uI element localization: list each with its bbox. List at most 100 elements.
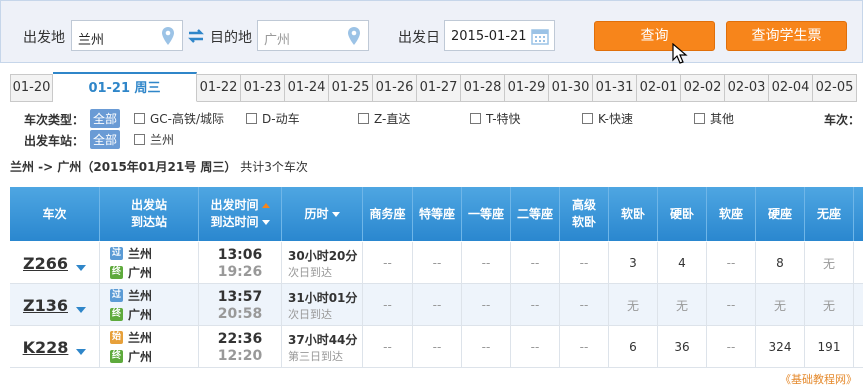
arrive-time: 20:58 — [217, 305, 263, 322]
location-pin-icon[interactable] — [346, 26, 362, 46]
end-badge: 终 — [110, 350, 123, 363]
date-tab[interactable]: 01-25 — [329, 74, 373, 102]
to-placeholder: 广州 — [264, 33, 291, 48]
seat-hard-seat: 无 — [756, 284, 805, 326]
type-t-checkbox[interactable]: T-特快 — [470, 110, 521, 127]
swap-icon[interactable] — [187, 28, 205, 44]
type-k-checkbox[interactable]: K-快速 — [582, 110, 633, 127]
seat-soft-seat: -- — [707, 284, 756, 326]
date-value: 2015-01-21 — [451, 29, 527, 44]
seat-first: -- — [462, 242, 511, 284]
expand-stops-icon[interactable] — [76, 307, 86, 313]
type-other-checkbox[interactable]: 其他 — [694, 110, 734, 127]
from-input[interactable]: 兰州 — [71, 20, 183, 51]
col-soft-seat: 软座 — [707, 187, 756, 241]
from-station: 兰州 — [128, 289, 153, 303]
col-business: 商务座 — [363, 187, 413, 241]
station-label: 出发车站： — [24, 134, 85, 148]
seat-business: -- — [363, 326, 413, 368]
date-tab[interactable]: 01-24 — [285, 74, 329, 102]
to-station: 广州 — [128, 266, 153, 280]
type-gc-checkbox[interactable]: GC-高铁/城际 — [134, 110, 224, 127]
seat-first: -- — [462, 284, 511, 326]
date-tab[interactable]: 02-03 — [725, 74, 769, 102]
station-lanzhou-checkbox[interactable]: 兰州 — [134, 131, 174, 148]
seat-hard-seat: 8 — [756, 242, 805, 284]
query-button[interactable]: 查询 — [594, 21, 715, 51]
table-row[interactable]: Z266 过兰州 终广州 13:06 19:26 30小时20分 次日到达 -- -- --… — [10, 242, 863, 284]
table-row[interactable]: Z136 过兰州 终广州 13:57 20:58 31小时01分 次日到达 -- -- --… — [10, 284, 863, 326]
date-tab[interactable]: 01-23 — [241, 74, 285, 102]
sort-asc-icon — [261, 203, 270, 208]
duration: 37小时44分 — [288, 332, 358, 347]
location-pin-icon[interactable] — [160, 26, 176, 46]
train-cell: Z136 — [10, 284, 100, 326]
seat-second: -- — [511, 284, 560, 326]
train-type-label: 车次类型： — [24, 113, 85, 127]
date-tab[interactable]: 01-29 — [505, 74, 549, 102]
seat-hard-seat: 324 — [756, 326, 805, 368]
times-cell: 13:06 19:26 — [199, 242, 282, 284]
type-d-checkbox[interactable]: D-动车 — [246, 110, 300, 127]
end-badge: 终 — [110, 308, 123, 321]
date-tabs: 01-20 01-21 周三 01-22 01-23 01-24 01-25 01-26 01… — [10, 72, 857, 102]
duration: 30小时20分 — [288, 248, 358, 263]
mouse-cursor-icon — [672, 43, 688, 64]
date-tab[interactable]: 02-05 — [813, 74, 857, 102]
date-tab[interactable]: 01-21 周三 — [53, 72, 197, 102]
date-tab[interactable]: 01-26 — [373, 74, 417, 102]
col-soft-sleeper: 软卧 — [609, 187, 658, 241]
col-special: 特等座 — [413, 187, 462, 241]
seat-hard-sleeper: 36 — [658, 326, 707, 368]
train-number-label: 车次： — [824, 113, 861, 127]
date-tab[interactable]: 01-20 — [10, 74, 53, 102]
col-second: 二等座 — [511, 187, 560, 241]
col-duration[interactable]: 历时 — [282, 187, 363, 241]
col-first: 一等座 — [462, 187, 511, 241]
col-no-seat: 无座 — [805, 187, 854, 241]
date-input[interactable]: 2015-01-21 — [444, 20, 555, 51]
search-panel: 出发地 兰州 目的地 广州 出发日 2015-01-21 查询 查询学生票 — [0, 0, 863, 63]
expand-stops-icon[interactable] — [76, 265, 86, 271]
seat-premium: -- — [560, 326, 609, 368]
date-tab[interactable]: 01-22 — [197, 74, 241, 102]
pass-badge: 过 — [110, 247, 123, 260]
to-input[interactable]: 广州 — [257, 20, 369, 51]
depart-time: 13:06 — [217, 246, 263, 263]
expand-stops-icon[interactable] — [76, 349, 87, 355]
date-tab[interactable]: 02-01 — [637, 74, 681, 102]
seat-hard-sleeper: 无 — [658, 284, 707, 326]
depart-time: 13:57 — [217, 288, 263, 305]
from-station: 兰州 — [128, 247, 153, 261]
seat-soft-seat: -- — [707, 242, 756, 284]
date-tab[interactable]: 02-04 — [769, 74, 813, 102]
seat-premium: -- — [560, 242, 609, 284]
calendar-icon[interactable] — [531, 27, 549, 45]
train-number-link[interactable]: Z266 — [23, 254, 68, 273]
col-time[interactable]: 出发时间 到达时间 — [199, 187, 282, 241]
result-summary: 兰州 -> 广州（2015年01月21号 周三） 共计3个车次 — [10, 158, 308, 175]
date-tab[interactable]: 01-30 — [549, 74, 593, 102]
seat-soft-sleeper: 无 — [609, 284, 658, 326]
date-tab[interactable]: 01-31 — [593, 74, 637, 102]
type-z-checkbox[interactable]: Z-直达 — [358, 110, 410, 127]
arrive-time: 19:26 — [217, 263, 263, 280]
table-row[interactable]: K228 始兰州 终广州 22:36 12:20 37小时44分 第三日到达 -- -- -… — [10, 326, 863, 368]
train-type-all-button[interactable]: 全部 — [90, 109, 121, 128]
col-hard-sleeper: 硬卧 — [658, 187, 707, 241]
date-tab[interactable]: 02-02 — [681, 74, 725, 102]
train-number-link[interactable]: Z136 — [23, 296, 68, 315]
station-all-button[interactable]: 全部 — [90, 130, 121, 149]
seat-special: -- — [413, 326, 462, 368]
train-cell: Z266 — [10, 242, 100, 284]
pass-badge: 始 — [110, 331, 123, 344]
seat-no-seat: 无 — [805, 284, 854, 326]
date-tab[interactable]: 01-27 — [417, 74, 461, 102]
arrival-day: 次日到达 — [288, 265, 332, 279]
seat-business: -- — [363, 284, 413, 326]
train-number-link[interactable]: K228 — [23, 338, 69, 357]
stations-cell: 过兰州 终广州 — [100, 284, 199, 326]
date-tab[interactable]: 01-28 — [461, 74, 505, 102]
student-query-button[interactable]: 查询学生票 — [726, 21, 847, 51]
col-premium: 高级 软卧 — [560, 187, 609, 241]
